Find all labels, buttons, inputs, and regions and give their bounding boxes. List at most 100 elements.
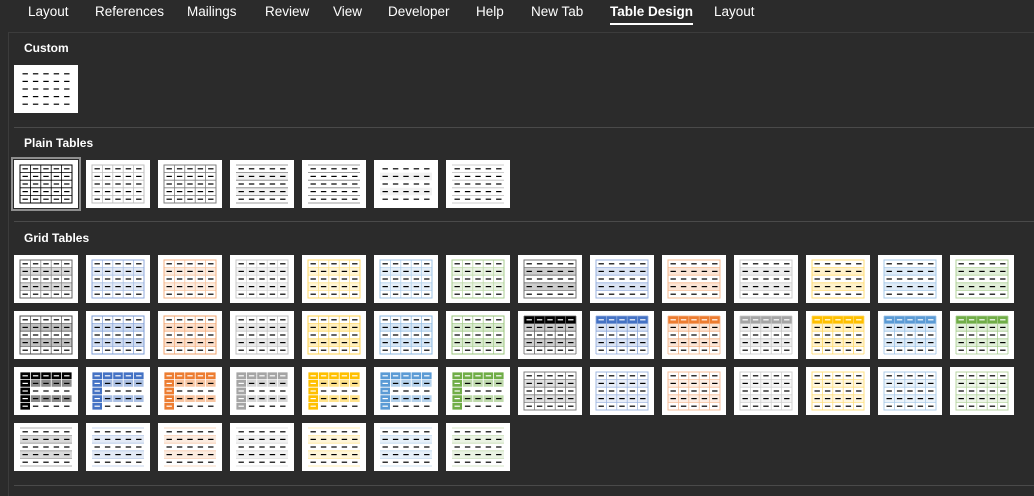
table-style-preview [236, 164, 288, 204]
grid-table-style[interactable] [734, 255, 798, 303]
grid-table-style[interactable] [662, 311, 726, 359]
tab-new-tab[interactable]: New Tab [531, 3, 583, 21]
table-style-preview [92, 427, 144, 467]
grid-table-style[interactable] [662, 255, 726, 303]
grid-table-style[interactable] [14, 255, 78, 303]
tab-help[interactable]: Help [476, 3, 504, 21]
grid-table-style[interactable] [86, 311, 150, 359]
table-style-preview [164, 427, 216, 467]
table-style-preview [22, 73, 70, 105]
table-style-preview [595, 259, 649, 299]
grid-table-style[interactable] [158, 255, 222, 303]
grid-table-style[interactable] [230, 255, 294, 303]
plain-table-style[interactable] [11, 157, 81, 211]
table-style-preview [19, 259, 73, 299]
grid-table-style[interactable] [878, 367, 942, 415]
plain-table-style[interactable] [86, 160, 150, 208]
grid-table-style[interactable] [374, 255, 438, 303]
grid-table-style[interactable] [734, 311, 798, 359]
table-style-preview [20, 427, 72, 467]
section-divider [14, 485, 1034, 486]
table-style-preview [739, 371, 793, 411]
table-style-preview [955, 315, 1009, 355]
grid-table-style[interactable] [518, 367, 582, 415]
grid-table-style[interactable] [950, 367, 1014, 415]
grid-table-style[interactable] [950, 311, 1014, 359]
plain-table-style[interactable] [230, 160, 294, 208]
grid-table-style[interactable] [878, 311, 942, 359]
table-style-preview [667, 259, 721, 299]
plain-table-style[interactable] [302, 160, 366, 208]
tab-review[interactable]: Review [265, 3, 309, 21]
table-style-preview [307, 371, 361, 411]
table-style-preview [523, 259, 577, 299]
table-style-preview [235, 371, 289, 411]
plain-table-style[interactable] [446, 160, 510, 208]
grid-table-style[interactable] [302, 255, 366, 303]
grid-table-style[interactable] [590, 255, 654, 303]
grid-table-style[interactable] [734, 367, 798, 415]
tab-developer[interactable]: Developer [388, 3, 450, 21]
grid-table-style[interactable] [518, 311, 582, 359]
table-style-preview [91, 164, 145, 204]
section-title-grid-tables: Grid Tables [24, 231, 90, 245]
table-style-preview [308, 427, 360, 467]
grid-table-style[interactable] [14, 423, 78, 471]
custom-table-style[interactable] [14, 65, 78, 113]
table-style-preview [19, 315, 73, 355]
grid-table-style[interactable] [302, 367, 366, 415]
grid-table-style[interactable] [374, 423, 438, 471]
grid-table-style[interactable] [374, 367, 438, 415]
grid-table-style[interactable] [14, 311, 78, 359]
grid-table-style[interactable] [158, 367, 222, 415]
grid-table-style[interactable] [86, 367, 150, 415]
grid-table-style[interactable] [878, 255, 942, 303]
table-style-preview [955, 259, 1009, 299]
tab-view[interactable]: View [333, 3, 362, 21]
grid-table-style[interactable] [446, 255, 510, 303]
table-style-preview [667, 315, 721, 355]
grid-table-style[interactable] [302, 311, 366, 359]
tab-layout-table[interactable]: Layout [714, 3, 755, 21]
tab-mailings[interactable]: Mailings [187, 3, 237, 21]
grid-table-style[interactable] [590, 367, 654, 415]
grid-table-style[interactable] [374, 311, 438, 359]
grid-table-style[interactable] [14, 367, 78, 415]
table-style-preview [163, 371, 217, 411]
table-style-preview [380, 427, 432, 467]
grid-table-style[interactable] [302, 423, 366, 471]
tab-layout[interactable]: Layout [28, 3, 69, 21]
grid-table-style[interactable] [158, 423, 222, 471]
table-style-preview [452, 427, 504, 467]
grid-table-style[interactable] [590, 311, 654, 359]
tab-references[interactable]: References [95, 3, 164, 21]
tab-table-design[interactable]: Table Design [610, 3, 694, 25]
grid-table-style[interactable] [158, 311, 222, 359]
grid-table-style[interactable] [446, 311, 510, 359]
table-styles-gallery: Custom Plain Tables Grid Tables [8, 32, 1034, 496]
grid-table-style[interactable] [230, 423, 294, 471]
table-style-preview [307, 259, 361, 299]
table-style-preview [451, 259, 505, 299]
table-style-preview [955, 371, 1009, 411]
table-style-preview [595, 315, 649, 355]
grid-table-style[interactable] [230, 311, 294, 359]
plain-table-style[interactable] [374, 160, 438, 208]
grid-table-style[interactable] [230, 367, 294, 415]
table-style-preview [739, 259, 793, 299]
grid-table-style[interactable] [446, 367, 510, 415]
plain-table-style[interactable] [158, 160, 222, 208]
grid-table-style[interactable] [86, 255, 150, 303]
grid-table-style[interactable] [446, 423, 510, 471]
table-style-preview [379, 315, 433, 355]
table-style-preview [452, 164, 504, 204]
table-style-preview [811, 315, 865, 355]
grid-table-style[interactable] [518, 255, 582, 303]
grid-table-style[interactable] [806, 367, 870, 415]
table-style-preview [307, 315, 361, 355]
grid-table-style[interactable] [806, 255, 870, 303]
grid-table-style[interactable] [86, 423, 150, 471]
grid-table-style[interactable] [662, 367, 726, 415]
grid-table-style[interactable] [806, 311, 870, 359]
grid-table-style[interactable] [950, 255, 1014, 303]
